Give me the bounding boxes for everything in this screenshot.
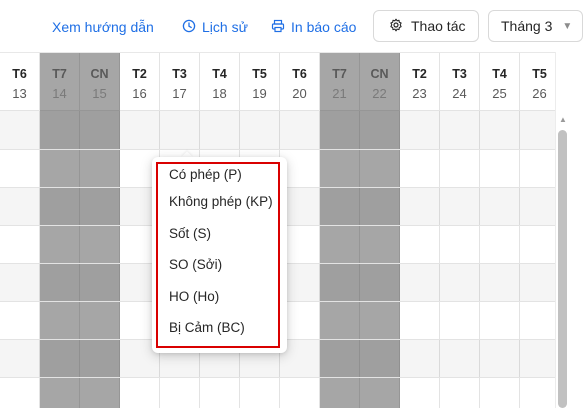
day-header: T4 25 — [480, 53, 519, 111]
chevron-down-icon: ▼ — [562, 20, 573, 32]
print-report-link[interactable]: In báo cáo — [271, 17, 356, 37]
day-header: T6 13 — [0, 53, 39, 111]
row-divider — [0, 377, 555, 378]
leave-option[interactable]: Sốt (S) — [158, 218, 278, 250]
leave-option[interactable]: Có phép (P) — [158, 164, 278, 186]
weekday-label: T5 — [532, 67, 547, 81]
day-header: T7 21 — [320, 53, 359, 111]
toolbar: Xem hướng dẫn Lịch sử In báo cáo Thao tá… — [0, 0, 585, 52]
weekday-label: CN — [90, 67, 109, 81]
day-number: 23 — [412, 86, 427, 101]
day-header: T2 16 — [120, 53, 159, 111]
leave-option[interactable]: SO (Sởi) — [158, 249, 278, 281]
weekday-label: T3 — [452, 67, 467, 81]
day-number: 20 — [292, 86, 307, 101]
weekday-label: T4 — [212, 67, 227, 81]
day-number: 13 — [12, 86, 27, 101]
day-header: T5 26 — [520, 53, 559, 111]
row-band — [0, 111, 555, 149]
history-link[interactable]: Lịch sử — [182, 17, 248, 37]
actions-button[interactable]: Thao tác — [373, 10, 479, 42]
day-number: 24 — [452, 86, 467, 101]
day-number: 17 — [172, 86, 187, 101]
guide-label: Xem hướng dẫn — [52, 19, 154, 35]
leave-option[interactable]: HO (Ho) — [158, 281, 278, 313]
day-number: 16 — [132, 86, 147, 101]
printer-icon — [271, 19, 285, 36]
weekday-label: T4 — [492, 67, 507, 81]
leave-type-options-highlight: Có phép (P) Không phép (KP) Sốt (S) SO (… — [156, 162, 280, 348]
weekday-label: T2 — [412, 67, 427, 81]
leave-option[interactable]: Bị Cảm (BC) — [158, 312, 278, 344]
attendance-grid: T6 13 T7 14 CN 15 T2 16 T3 17 T4 18 T5 19 T6 20 T7 21 CN 22… — [0, 52, 585, 408]
clock-icon — [182, 19, 196, 36]
weekday-label: T2 — [132, 67, 147, 81]
guide-link[interactable]: Xem hướng dẫn — [52, 17, 154, 37]
leave-option[interactable]: Không phép (KP) — [158, 186, 278, 218]
day-header: T3 17 — [160, 53, 199, 111]
actions-label: Thao tác — [411, 18, 466, 34]
day-number: 19 — [252, 86, 267, 101]
month-select[interactable]: Tháng 3 ▼ — [488, 10, 583, 42]
day-header: T4 18 — [200, 53, 239, 111]
day-number: 14 — [52, 86, 67, 101]
weekday-label: CN — [370, 67, 389, 81]
history-label: Lịch sử — [202, 19, 248, 35]
scroll-thumb[interactable] — [558, 130, 567, 408]
day-header: T7 14 — [40, 53, 79, 111]
day-header: T5 19 — [240, 53, 279, 111]
vertical-scrollbar[interactable]: ▲ — [555, 52, 585, 408]
leave-type-dropdown: Có phép (P) Không phép (KP) Sốt (S) SO (… — [152, 157, 287, 353]
day-number: 25 — [492, 86, 507, 101]
month-value: Tháng 3 — [501, 18, 553, 34]
day-header: CN 22 — [360, 53, 399, 111]
weekday-label: T7 — [52, 67, 67, 81]
weekday-label: T7 — [332, 67, 347, 81]
weekday-label: T3 — [172, 67, 187, 81]
weekday-label: T5 — [252, 67, 267, 81]
print-report-label: In báo cáo — [291, 19, 357, 35]
day-header: T2 23 — [400, 53, 439, 111]
gear-icon — [389, 18, 403, 35]
day-number: 21 — [332, 86, 347, 101]
scroll-up-arrow-icon[interactable]: ▲ — [558, 116, 568, 124]
row-divider — [0, 149, 555, 150]
weekday-label: T6 — [292, 67, 307, 81]
day-header: CN 15 — [80, 53, 119, 111]
weekday-label: T6 — [12, 67, 27, 81]
day-number: 15 — [92, 86, 107, 101]
day-number: 22 — [372, 86, 387, 101]
day-header: T3 24 — [440, 53, 479, 111]
day-header: T6 20 — [280, 53, 319, 111]
day-number: 18 — [212, 86, 227, 101]
day-number: 26 — [532, 86, 547, 101]
